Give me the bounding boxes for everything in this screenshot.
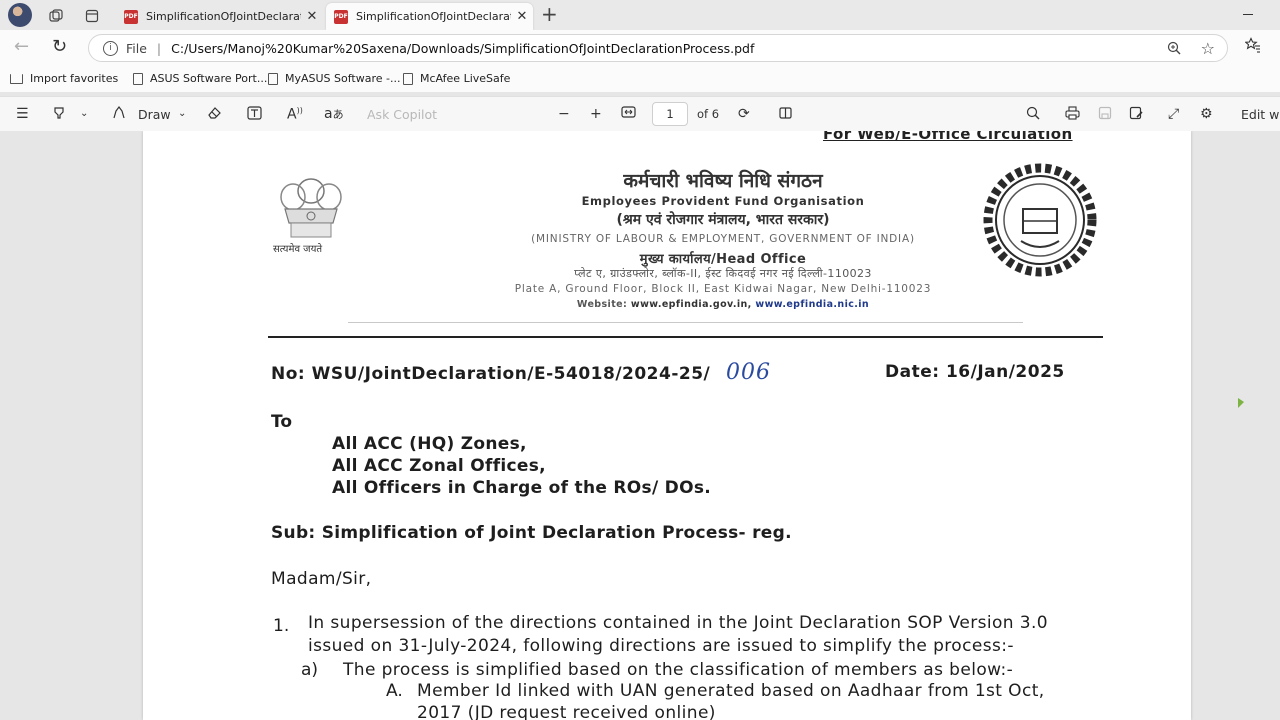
letter-date: Date: 16/Jan/2025	[885, 362, 1065, 382]
circulation-note: For Web/E-Office Circulation	[823, 131, 1073, 143]
bookmark-import-favorites[interactable]: Import favorites	[10, 72, 118, 85]
save-icon[interactable]	[1098, 106, 1112, 124]
page-icon	[268, 72, 278, 85]
bookmark-mcafee-livesafe[interactable]: McAfee LiveSafe	[403, 72, 510, 85]
subject-line: Sub: Simplification of Joint Declaration…	[271, 523, 792, 543]
bookmark-asus-software[interactable]: ASUS Software Port...	[133, 72, 267, 85]
bookmark-label: MyASUS Software -...	[285, 72, 401, 85]
tab-strip: PDF SimplificationOfJointDeclarationP ✕ …	[0, 0, 1280, 30]
favorites-icon[interactable]	[1244, 37, 1261, 57]
zoom-out-button[interactable]: −	[558, 106, 570, 122]
search-icon[interactable]	[1026, 106, 1040, 124]
zoom-icon[interactable]	[1167, 41, 1181, 59]
highlight-icon[interactable]	[52, 106, 66, 124]
new-tab-button[interactable]: +	[541, 2, 558, 26]
address-separator: |	[156, 40, 162, 56]
workspaces-icon[interactable]	[42, 2, 70, 30]
pdf-icon: PDF	[124, 9, 138, 24]
tab-actions-icon[interactable]	[78, 2, 106, 30]
addressee: All Officers in Charge of the ROs/ DOs.	[332, 478, 712, 498]
tab-title: SimplificationOfJointDeclarationP	[356, 10, 511, 23]
text-box-icon[interactable]	[247, 106, 262, 124]
tab-title: SimplificationOfJointDeclarationP	[146, 10, 301, 23]
url-text[interactable]: C:/Users/Manoj%20Kumar%20Saxena/Download…	[171, 41, 754, 56]
back-button[interactable]: ←	[14, 36, 29, 57]
header-rule	[268, 336, 1103, 338]
navigation-bar: ← ↻ i File | C:/Users/Manoj%20Kumar%20Sa…	[0, 30, 1280, 66]
sub-sub-item-text: Member Id linked with UAN generated base…	[417, 681, 1045, 701]
expand-icon[interactable]: ⤢	[1168, 106, 1179, 122]
ministry-english: (MINISTRY OF LABOUR & EMPLOYMENT, GOVERN…	[531, 233, 915, 245]
org-name-english: Employees Provident Fund Organisation	[581, 194, 865, 208]
reference-number: No: WSU/JointDeclaration/E-54018/2024-25…	[271, 364, 711, 384]
pdf-page: For Web/E-Office Circulation सत्यमेव जयत…	[143, 131, 1191, 720]
addressee: All ACC (HQ) Zones,	[332, 434, 527, 454]
ministry-hindi: (श्रम एवं रोजगार मंत्रालय, भारत सरकार)	[616, 212, 830, 228]
bookmark-label: ASUS Software Port...	[150, 72, 268, 85]
refresh-button[interactable]: ↻	[52, 36, 67, 57]
pdf-icon: PDF	[334, 9, 348, 24]
page-icon	[403, 72, 413, 85]
website-link-1: www.epfindia.gov.in,	[630, 299, 752, 310]
chevron-down-icon[interactable]: ⌄	[80, 108, 88, 119]
salutation: Madam/Sir,	[271, 569, 372, 589]
print-icon[interactable]	[1065, 106, 1080, 124]
draw-label[interactable]: Draw	[138, 107, 171, 122]
mouse-cursor	[1238, 398, 1244, 408]
draw-icon[interactable]	[112, 106, 126, 124]
page-number-input[interactable]: 1	[652, 102, 688, 126]
addressee: All ACC Zonal Offices,	[332, 456, 546, 476]
website-link-2: www.epfindia.nic.in	[751, 299, 870, 310]
info-icon[interactable]: i	[103, 40, 118, 56]
fit-to-width-icon[interactable]	[621, 106, 636, 122]
edit-with-button[interactable]: Edit wit	[1241, 107, 1280, 122]
to-label: To	[271, 412, 293, 432]
head-office-label: मुख्य कार्यालय/Head Office	[639, 252, 807, 267]
paragraph-number: 1.	[273, 616, 290, 636]
table-of-contents-icon[interactable]: ☰	[16, 106, 29, 122]
address-english: Plate A, Ground Floor, Block II, East Ki…	[514, 283, 932, 295]
zoom-in-button[interactable]: +	[590, 106, 602, 122]
sub-item-label: a)	[301, 660, 319, 680]
close-tab-icon[interactable]: ✕	[301, 9, 323, 24]
read-aloud-icon[interactable]: A))	[287, 106, 303, 123]
sub-sub-item-text: 2017 (JD request received online)	[417, 703, 716, 720]
address-bar[interactable]: i File | C:/Users/Manoj%20Kumar%20Saxena…	[88, 34, 1228, 62]
minimize-button[interactable]	[1238, 4, 1258, 24]
page-view-icon[interactable]	[778, 106, 793, 124]
translate-icon[interactable]: aあ	[324, 106, 344, 122]
sub-sub-item-label: A.	[386, 681, 403, 701]
bookmark-myasus-software[interactable]: MyASUS Software -...	[268, 72, 400, 85]
close-tab-icon[interactable]: ✕	[511, 9, 533, 24]
bookmark-label: McAfee LiveSafe	[420, 72, 511, 85]
tab-pdf-1[interactable]: PDF SimplificationOfJointDeclarationP ✕	[116, 3, 323, 30]
paragraph-text: In supersession of the directions contai…	[308, 613, 1048, 633]
pdf-viewer[interactable]: For Web/E-Office Circulation सत्यमेव जयत…	[0, 131, 1280, 720]
ask-copilot-button[interactable]: Ask Copilot	[367, 107, 437, 122]
profile-avatar[interactable]	[8, 3, 32, 27]
add-favorite-star-icon[interactable]: ☆	[1201, 39, 1215, 58]
gear-icon[interactable]: ⚙	[1200, 106, 1213, 122]
handwritten-number: 006	[726, 360, 771, 385]
rotate-icon[interactable]: ⟳	[738, 106, 750, 122]
eraser-icon[interactable]	[207, 106, 222, 124]
tab-pdf-2-active[interactable]: PDF SimplificationOfJointDeclarationP ✕	[326, 3, 533, 30]
website-prefix: Website:	[576, 299, 631, 310]
header-divider	[348, 322, 1023, 323]
chevron-down-icon[interactable]: ⌄	[178, 108, 186, 119]
page-count: of 6	[697, 107, 720, 121]
pdf-toolbar: ☰ ⌄ Draw ⌄ A)) aあ Ask Copilot − + 1 of 6…	[0, 96, 1280, 132]
save-as-icon[interactable]	[1129, 106, 1144, 124]
folder-icon	[10, 73, 23, 84]
scheme-label: File	[126, 40, 147, 56]
paragraph-text: issued on 31-July-2024, following direct…	[308, 636, 1014, 656]
org-name-hindi: कर्मचारी भविष्य निधि संगठन	[623, 170, 823, 192]
page-icon	[133, 72, 143, 85]
address-hindi: प्लेट ए, ग्राउंडफ्लोर, ब्लॉक-II, ईस्ट कि…	[574, 267, 872, 280]
bookmark-label: Import favorites	[30, 72, 119, 85]
sub-item-text: The process is simplified based on the c…	[343, 660, 1014, 680]
bookmarks-bar: Import favorites ASUS Software Port... M…	[0, 66, 1280, 92]
website-line: Website: www.epfindia.gov.in, www.epfind…	[223, 299, 1223, 310]
